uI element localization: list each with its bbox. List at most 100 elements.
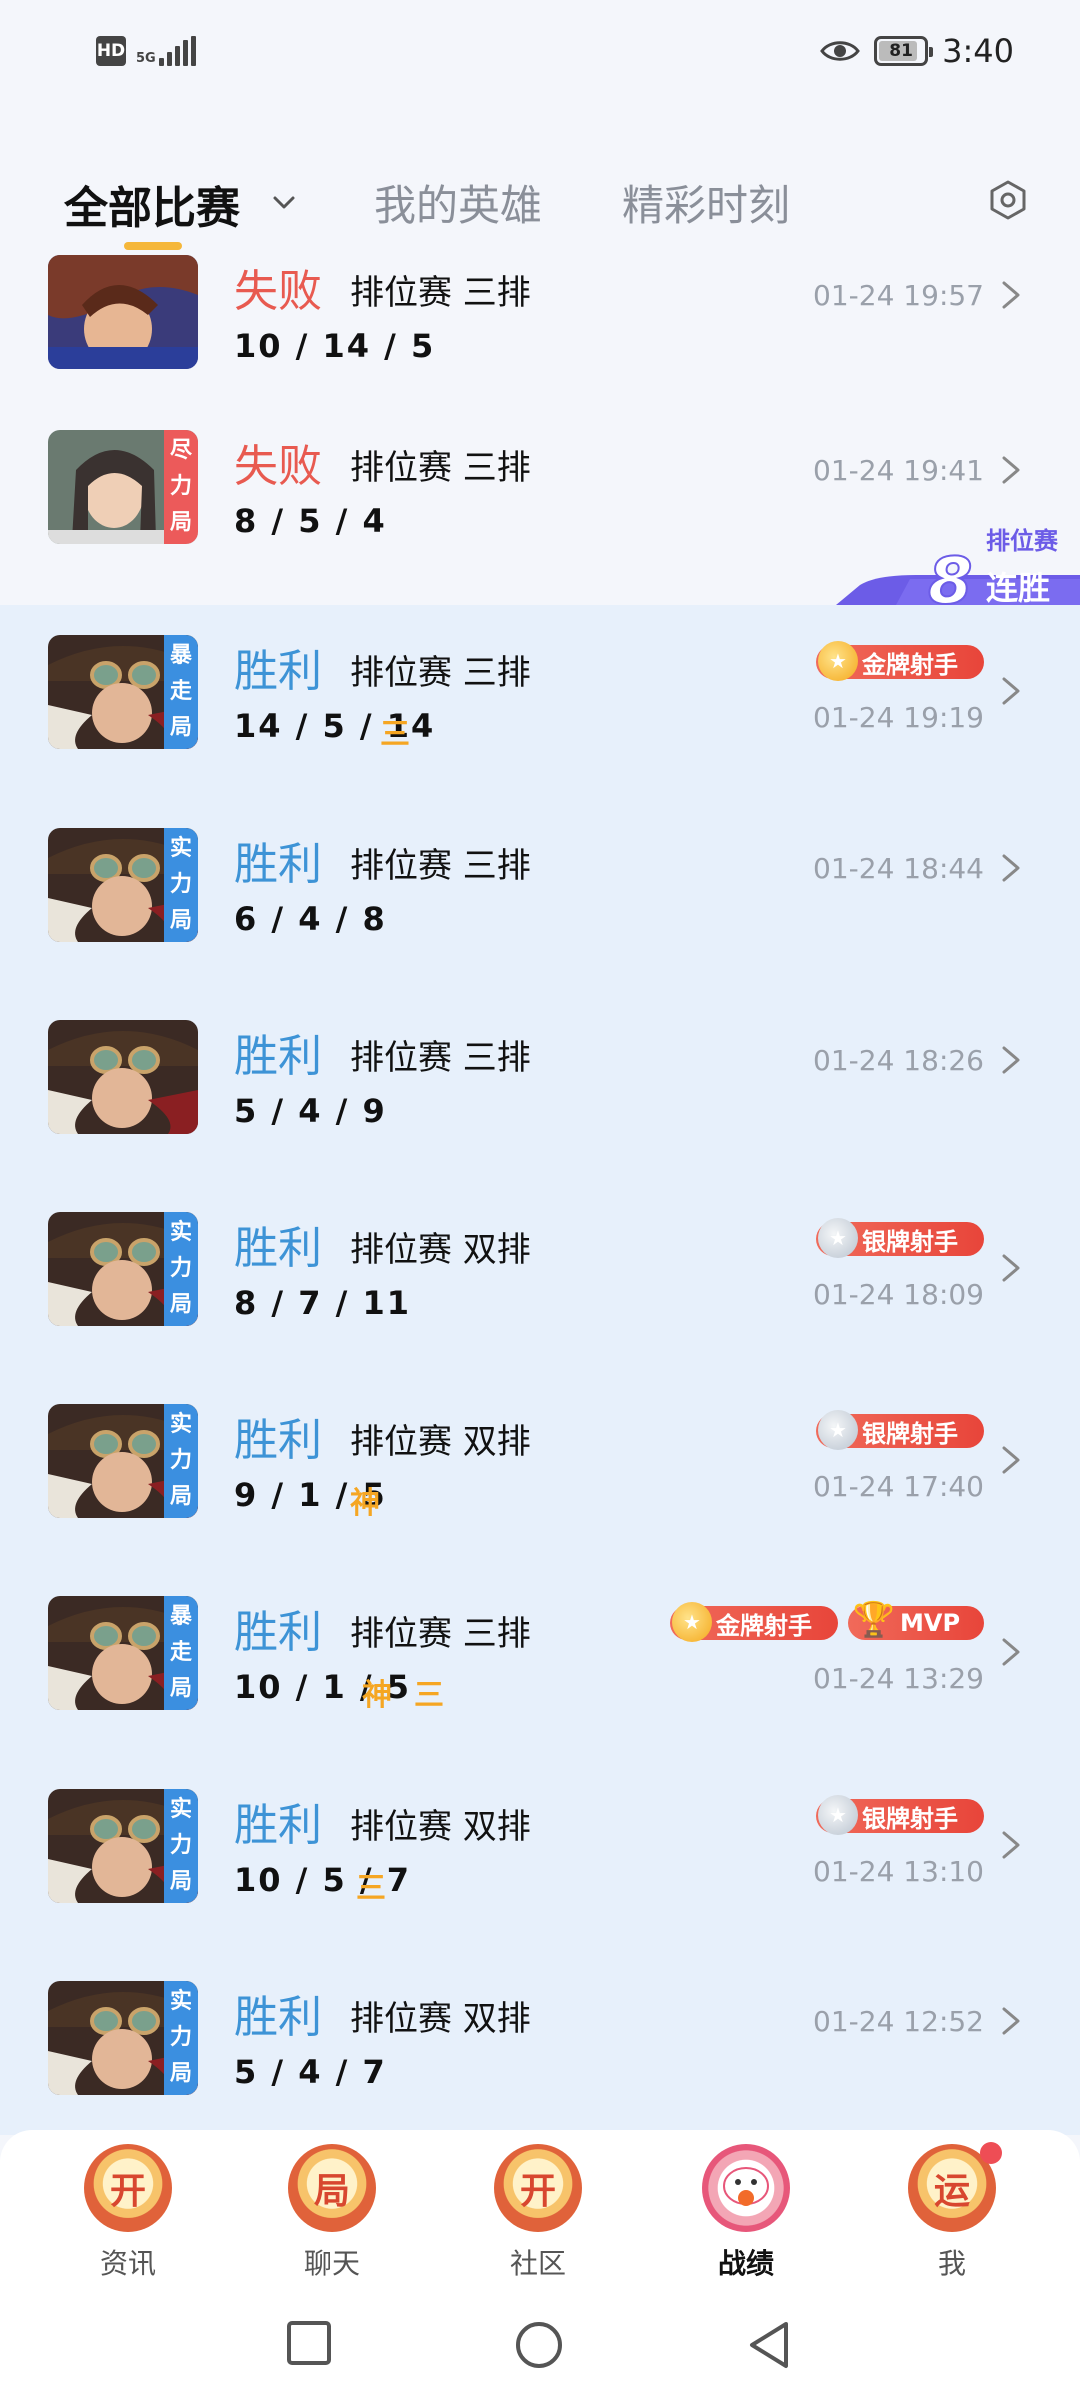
match-tag-char: 力 (169, 1448, 192, 1473)
match-row[interactable]: 失败 排位赛 三排 10 / 14 / 5 01-24 19:57 (0, 255, 1080, 447)
bottom-nav: 开 资讯 局 聊天 开 社区 战绩 运 我 (0, 2130, 1080, 2290)
chevron-right-icon[interactable] (1000, 1829, 1022, 1861)
status-right: 81 3:40 (820, 32, 1014, 70)
silver-medal-badge: ★ 银牌射手 (816, 1218, 984, 1258)
triple-kill-badge: 三 (356, 1871, 386, 1906)
nav-records[interactable]: 战绩 (686, 2144, 806, 2282)
silver-medal-badge: ★ 银牌射手 (816, 1410, 984, 1450)
match-tag: 实力局 (164, 828, 198, 942)
match-kda: 5 / 4 / 9 (234, 1092, 387, 1130)
tab-highlights[interactable]: 精彩时刻 (622, 172, 790, 233)
medal-icon: ★ (818, 1410, 858, 1450)
match-row[interactable]: 实力局胜利 排位赛 双排 10 / 5 / 7 三 ★ 银牌射手 01-24 13:10 (0, 1789, 1080, 1981)
match-row[interactable]: 暴走局胜利 排位赛 三排 14 / 5 / 14 三 ★ 金牌射手 01-24 19:19 (0, 635, 1080, 827)
chevron-right-icon[interactable] (1000, 1444, 1022, 1476)
match-mode: 排位赛 双排 (350, 1422, 531, 1462)
nav-me[interactable]: 运 我 (892, 2142, 1012, 2282)
nav-records-label: 战绩 (717, 2247, 774, 2280)
nav-community[interactable]: 开 社区 (478, 2144, 598, 2282)
hero-avatar (48, 1020, 198, 1134)
match-tag-char: 实 (169, 1989, 192, 2014)
eye-icon (820, 41, 860, 61)
hero-avatar (48, 255, 198, 369)
match-time: 01-24 18:26 (813, 1044, 984, 1077)
match-tag: 实力局 (164, 1212, 198, 1326)
nav-chat-label: 聊天 (303, 2247, 360, 2280)
medal-icon: ★ (818, 641, 858, 681)
match-time: 01-24 12:52 (813, 2005, 984, 2038)
medal-label: 银牌射手 (862, 1804, 958, 1833)
match-time: 01-24 13:29 (813, 1662, 984, 1695)
match-tag-char: 局 (169, 510, 192, 535)
match-time: 01-24 18:44 (813, 852, 984, 885)
match-row[interactable]: 实力局 胜利 排位赛 双排 8 / 7 / 11 ★ 银牌射手 01-24 18:09 (0, 1212, 1080, 1404)
match-time: 01-24 18:09 (813, 1278, 984, 1311)
match-time: 01-24 19:41 (813, 454, 984, 487)
signal-icon: 5G (136, 36, 196, 66)
triple-kill-badge: 三 (414, 1678, 444, 1713)
chevron-right-icon[interactable] (1000, 1636, 1022, 1668)
match-result: 胜利 (234, 1800, 322, 1851)
match-result: 胜利 (234, 646, 322, 697)
chevron-right-icon[interactable] (1000, 2005, 1022, 2037)
match-tag-char: 暴 (169, 643, 192, 668)
chevron-down-icon[interactable] (270, 188, 298, 216)
chevron-right-icon[interactable] (1000, 675, 1022, 707)
nav-me-label: 我 (937, 2247, 966, 2280)
tab-my-heroes[interactable]: 我的英雄 (374, 172, 542, 233)
match-row[interactable]: 胜利 排位赛 三排 5 / 4 / 9 01-24 18:26 (0, 1020, 1080, 1212)
home-button[interactable] (514, 2320, 564, 2370)
match-row[interactable]: 实力局胜利 排位赛 双排 9 / 1 / 5 神 ★ 银牌射手 01-24 17:40 (0, 1404, 1080, 1596)
match-time: 01-24 13:10 (813, 1855, 984, 1888)
match-kda: 6 / 4 / 8 (234, 900, 387, 938)
match-mode: 排位赛 双排 (350, 1807, 531, 1847)
medal-label: 金牌射手 (862, 650, 958, 679)
hero-avatar: 实力局 (48, 1981, 198, 2095)
mvp-badge: 🏆 MVP (848, 1600, 984, 1640)
nav-community-label: 社区 (509, 2247, 566, 2280)
match-tag: 尽力局 (164, 430, 198, 544)
match-row[interactable]: 实力局 胜利 排位赛 三排 6 / 4 / 8 01-24 18:44 (0, 828, 1080, 1020)
medal-label: 银牌射手 (862, 1227, 958, 1256)
match-row[interactable]: 暴走局胜利 排位赛 三排 10 / 1 / 5 神三 🏆 MVP ★ 金牌射手 01-24 13… (0, 1596, 1080, 1788)
match-mode: 排位赛 三排 (350, 448, 531, 488)
match-kda: 5 / 4 / 7 (234, 2053, 387, 2091)
trophy-icon: 🏆 (852, 1600, 896, 1640)
match-time: 01-24 17:40 (813, 1470, 984, 1503)
match-tag: 实力局 (164, 1981, 198, 2095)
nav-chat[interactable]: 局 聊天 (272, 2144, 392, 2282)
match-tag-char: 走 (169, 679, 192, 704)
godlike-badge: 神 (350, 1486, 380, 1521)
match-result: 胜利 (234, 1223, 322, 1274)
records-icon (702, 2144, 790, 2232)
match-tag-char: 实 (169, 1797, 192, 1822)
tab-all-matches[interactable]: 全部比赛 (64, 172, 240, 236)
chevron-right-icon[interactable] (1000, 279, 1022, 311)
hero-avatar: 暴走局 (48, 635, 198, 749)
network-label: 5G (136, 51, 156, 66)
match-tag-char: 走 (169, 1640, 192, 1665)
match-result: 失败 (234, 266, 322, 317)
medal-label: 银牌射手 (862, 1419, 958, 1448)
match-row[interactable]: 尽力局 失败 排位赛 三排 8 / 5 / 4 01-24 19:41 (0, 430, 1080, 622)
match-mode: 排位赛 三排 (350, 1038, 531, 1078)
match-tag-char: 实 (169, 1220, 192, 1245)
hero-avatar: 暴走局 (48, 1596, 198, 1710)
match-mode: 排位赛 三排 (350, 653, 531, 693)
medal-icon: ★ (818, 1218, 858, 1258)
match-kda: 8 / 7 / 11 (234, 1284, 411, 1322)
chevron-right-icon[interactable] (1000, 1044, 1022, 1076)
recents-button[interactable] (286, 2320, 332, 2366)
gold-medal-badge: ★ 金牌射手 (816, 641, 984, 681)
chevron-right-icon[interactable] (1000, 852, 1022, 884)
notification-dot (980, 2142, 1002, 2164)
back-button[interactable] (746, 2320, 792, 2370)
match-tag: 实力局 (164, 1404, 198, 1518)
match-row[interactable]: 实力局 胜利 排位赛 双排 5 / 4 / 7 01-24 12:52 (0, 1981, 1080, 2135)
nav-news[interactable]: 开 资讯 (68, 2144, 188, 2282)
chevron-right-icon[interactable] (1000, 454, 1022, 486)
match-tag: 暴走局 (164, 1596, 198, 1710)
hero-avatar: 实力局 (48, 1789, 198, 1903)
chevron-right-icon[interactable] (1000, 1252, 1022, 1284)
settings-icon[interactable] (986, 178, 1030, 222)
